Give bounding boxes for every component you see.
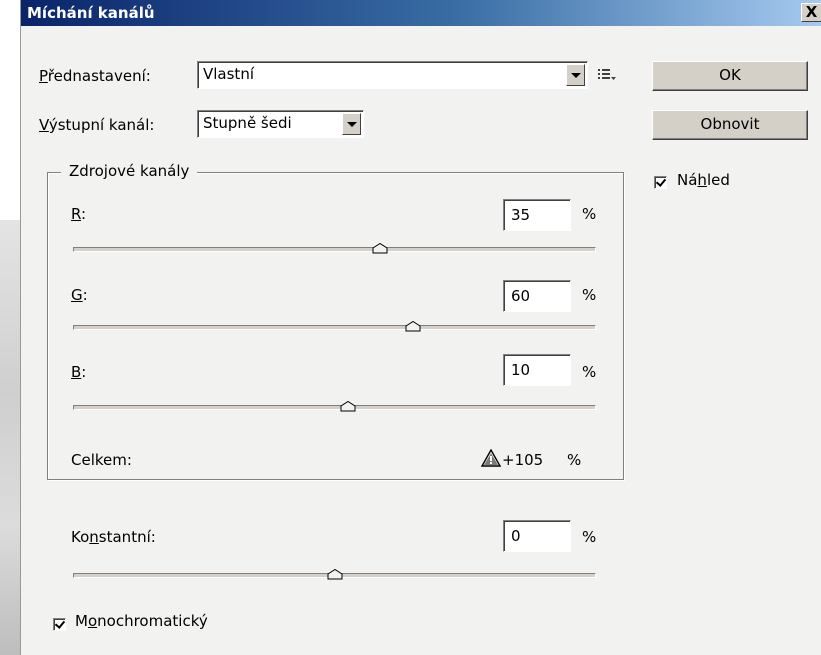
ok-button[interactable]: OK [652, 61, 808, 91]
channel-b-label: B: [71, 363, 86, 381]
close-button[interactable]: X [801, 3, 821, 22]
channel-g-input[interactable]: 60 [503, 280, 571, 312]
preset-label: Přednastavení: [39, 67, 151, 85]
output-channel-label-accel: V [39, 116, 49, 134]
output-channel-select[interactable]: Stupně šedi [197, 110, 364, 138]
preview-label-b: led [706, 171, 730, 189]
total-value: +105 [502, 451, 544, 469]
preview-label-accel: h [697, 171, 707, 189]
preview-label-a: Ná [677, 171, 698, 189]
constant-unit: % [582, 528, 597, 546]
constant-label-accel: n [89, 528, 99, 546]
constant-label-b: stantní: [98, 528, 156, 546]
chevron-down-icon[interactable] [566, 64, 585, 86]
channel-g-unit: % [582, 286, 597, 304]
channel-b-slider-track[interactable] [73, 405, 596, 410]
channel-g-label: G: [71, 286, 88, 304]
monochrome-label-accel: o [87, 612, 98, 630]
output-channel-label-text: ýstupní kanál: [48, 116, 155, 134]
total-label: Celkem: [71, 451, 132, 469]
channel-r-label: R: [71, 205, 86, 223]
monochrome-checkbox[interactable] [53, 618, 66, 631]
preset-menu-icon[interactable] [598, 68, 616, 82]
channel-b-input[interactable]: 10 [503, 354, 571, 386]
channel-r-slider-thumb[interactable] [372, 243, 388, 254]
channel-b-unit: % [582, 363, 597, 381]
channel-r-unit: % [582, 205, 597, 223]
channel-g-key: G [71, 286, 83, 304]
title-bar: Míchání kanálů X [21, 0, 821, 26]
constant-label: Konstantní: [71, 528, 156, 546]
channel-g-slider-thumb[interactable] [405, 321, 421, 332]
constant-label-a: Ko [71, 528, 90, 546]
preset-label-accel: P [39, 67, 48, 85]
channel-r-suffix: : [80, 205, 87, 223]
channel-r-slider-track[interactable] [73, 247, 596, 252]
preset-select[interactable]: Vlastní [197, 61, 588, 89]
warning-icon [481, 449, 501, 467]
output-channel-value: Stupně šedi [203, 114, 292, 132]
total-unit: % [567, 451, 582, 469]
constant-input[interactable]: 0 [503, 520, 571, 552]
channel-mixer-dialog: Míchání kanálů X Přednastavení: Vlastní … [20, 0, 821, 655]
preset-label-text: řednastavení: [47, 67, 151, 85]
close-icon: X [805, 3, 818, 21]
channel-b-suffix: : [81, 363, 87, 381]
preset-value: Vlastní [203, 65, 254, 83]
constant-slider-thumb[interactable] [327, 569, 343, 580]
output-channel-label: Výstupní kanál: [39, 116, 154, 134]
channel-b-key: B [71, 363, 82, 381]
channel-g-suffix: : [82, 286, 88, 304]
window-title: Míchání kanálů [27, 4, 155, 22]
source-channels-title: Zdrojové kanály [61, 162, 198, 180]
chevron-down-icon[interactable] [342, 113, 361, 135]
monochrome-label-b: nochromatický [97, 612, 208, 630]
preview-label[interactable]: Náhled [677, 171, 730, 189]
channel-b-slider-thumb[interactable] [340, 401, 356, 412]
channel-r-input[interactable]: 35 [503, 199, 571, 231]
monochrome-label-a: M [75, 612, 88, 630]
channel-r-key: R [71, 205, 81, 223]
monochrome-label[interactable]: Monochromatický [75, 612, 208, 630]
channel-g-slider-track[interactable] [73, 325, 596, 330]
reset-button[interactable]: Obnovit [652, 110, 808, 140]
preview-checkbox[interactable] [654, 176, 667, 189]
